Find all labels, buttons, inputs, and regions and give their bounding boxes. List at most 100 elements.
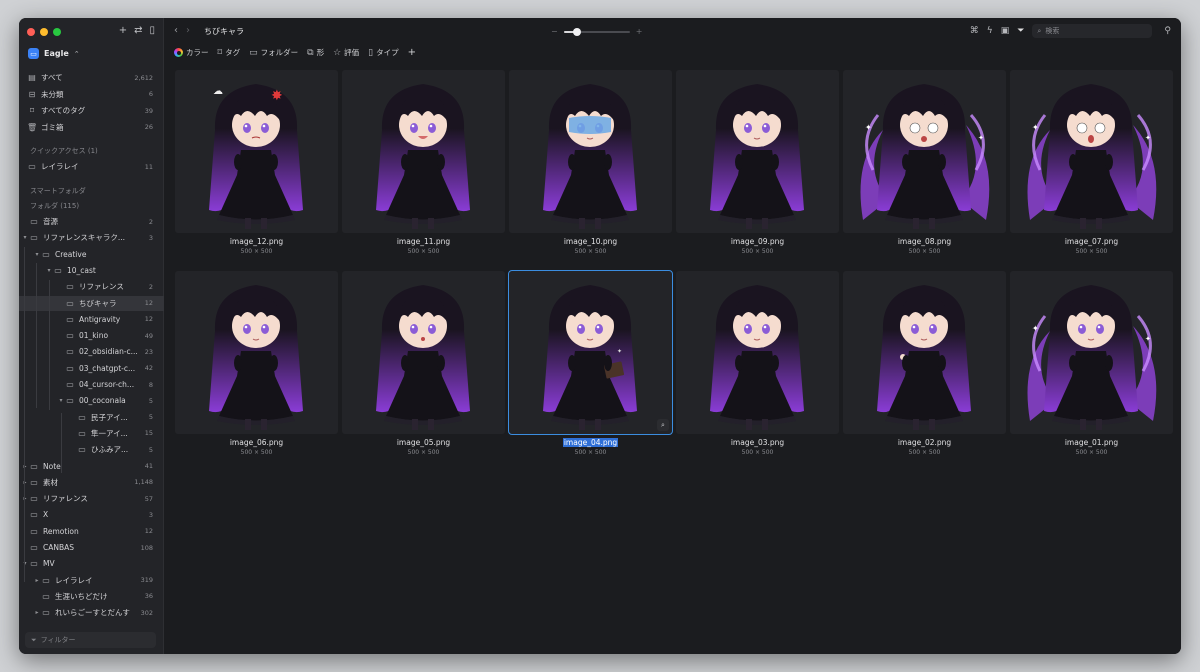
- folder-item[interactable]: ▾▭ MV: [19, 556, 164, 571]
- folder-item[interactable]: ▭ ちびキャラ 12: [19, 295, 164, 311]
- sidebar-item[interactable]: 🗑 ゴミ箱 26: [19, 120, 164, 135]
- filter-chip[interactable]: ▭ フォルダー: [249, 47, 298, 58]
- image-thumbnail[interactable]: ✦ ✦: [1010, 70, 1173, 233]
- disclosure-caret-icon[interactable]: ▾: [33, 251, 41, 258]
- disclosure-caret-icon[interactable]: ▸: [33, 577, 41, 584]
- folder-item[interactable]: ▸▭ 素材 1,148: [19, 475, 164, 490]
- folder-item[interactable]: ▸▭ Note 41: [19, 459, 164, 474]
- folder-item[interactable]: ▸ ▭ レイラレイ 319: [19, 573, 164, 588]
- sync-icon[interactable]: ⇄: [134, 25, 142, 36]
- sidebar-item[interactable]: ▤ すべて 2,612: [19, 70, 164, 85]
- image-filename[interactable]: image_04.png: [509, 438, 672, 447]
- disclosure-caret-icon[interactable]: ▸: [21, 463, 29, 470]
- image-filename[interactable]: image_11.png: [342, 237, 505, 246]
- folders-heading[interactable]: フォルダ (115): [30, 201, 79, 211]
- search-input[interactable]: ⌕ 検索: [1032, 24, 1153, 38]
- image-filename[interactable]: image_10.png: [509, 237, 672, 246]
- filter-icon[interactable]: ⏷: [1017, 26, 1024, 36]
- zoom-window-button[interactable]: [53, 28, 61, 36]
- folder-item[interactable]: ▭ リファレンス 2: [19, 279, 164, 294]
- sidebar-item[interactable]: ⌑ すべてのタグ 39: [19, 103, 164, 118]
- folder-item[interactable]: ▸ ▭ れいらごーすとだんす 302: [19, 605, 164, 620]
- disclosure-caret-icon[interactable]: ▾: [57, 397, 65, 404]
- add-filter-button[interactable]: +: [408, 47, 416, 58]
- bolt-icon[interactable]: ϟ: [987, 26, 993, 36]
- puzzle-icon[interactable]: ⌘: [970, 26, 979, 36]
- filter-chip[interactable]: ⌑ タグ: [218, 47, 241, 58]
- sidebar-filter-input[interactable]: ⏷ フィルター: [25, 632, 156, 648]
- back-icon[interactable]: ‹: [174, 25, 178, 36]
- image-filename[interactable]: image_12.png: [175, 237, 338, 246]
- image-filename[interactable]: image_02.png: [843, 438, 1006, 447]
- image-thumbnail[interactable]: ✦ ✦: [1010, 271, 1173, 434]
- folder-item[interactable]: ▸▭ リファレンス 57: [19, 491, 164, 506]
- image-filename[interactable]: image_01.png: [1010, 438, 1173, 447]
- image-thumbnail[interactable]: [175, 271, 338, 434]
- library-switcher[interactable]: ▭ Eagle ⌃: [28, 48, 80, 59]
- quick-access-item[interactable]: ▭ レイラレイ 11: [19, 159, 164, 174]
- folder-count: 57: [144, 494, 153, 503]
- minimize-window-button[interactable]: [40, 28, 48, 36]
- filter-chip[interactable]: ⧉ 形: [307, 47, 324, 58]
- folder-item[interactable]: ▾ ▭ 00_coconala 5: [19, 393, 164, 408]
- tag-icon: ⌑: [29, 106, 35, 115]
- folder-item[interactable]: ▭ Remotion 12: [19, 524, 164, 539]
- folder-item[interactable]: ▭ 01_kino 49: [19, 328, 164, 343]
- disclosure-caret-icon[interactable]: ▸: [21, 479, 29, 486]
- folder-item[interactable]: ▭ 02_obsidian-c... 23: [19, 344, 164, 359]
- disclosure-caret-icon[interactable]: ▸: [21, 495, 29, 502]
- filter-chip-label: カラー: [186, 48, 209, 57]
- disclosure-caret-icon[interactable]: ▾: [21, 560, 29, 567]
- image-thumbnail[interactable]: [342, 70, 505, 233]
- image-filename[interactable]: image_03.png: [676, 438, 839, 447]
- image-thumbnail[interactable]: ✦ ⌕: [508, 270, 673, 435]
- zoom-preview-icon[interactable]: ⌕: [657, 419, 669, 431]
- image-filename[interactable]: image_05.png: [342, 438, 505, 447]
- folder-item[interactable]: ▭ 03_chatgpt-c... 42: [19, 361, 164, 376]
- folder-item[interactable]: ▭ 隼一アイ... 15: [19, 426, 164, 441]
- folder-item[interactable]: ▭ 民子アイ... 5: [19, 410, 164, 425]
- sidebar-item[interactable]: ⊟ 未分類 6: [19, 87, 164, 102]
- image-filename[interactable]: image_06.png: [175, 438, 338, 447]
- image-thumbnail[interactable]: [342, 271, 505, 434]
- image-filename[interactable]: image_08.png: [843, 237, 1006, 246]
- image-filename[interactable]: image_09.png: [676, 237, 839, 246]
- folder-item[interactable]: ▭ 生涯いちどだけ 36: [19, 589, 164, 604]
- folder-count: 12: [144, 299, 153, 307]
- filter-chip[interactable]: カラー: [174, 47, 209, 58]
- folder-item[interactable]: ▭ X 3: [19, 507, 164, 522]
- disclosure-caret-icon[interactable]: ▸: [33, 609, 41, 616]
- disclosure-caret-icon[interactable]: ▾: [45, 267, 53, 274]
- zoom-slider-handle[interactable]: [572, 27, 581, 36]
- folder-item[interactable]: ▾ ▭ リファレンスキャラク... 3: [19, 230, 164, 245]
- zoom-out-button[interactable]: −: [551, 27, 558, 36]
- image-thumbnail[interactable]: ✸ ☁: [175, 70, 338, 233]
- image-thumbnail[interactable]: [843, 271, 1006, 434]
- forward-icon[interactable]: ›: [186, 25, 190, 36]
- close-window-button[interactable]: [27, 28, 35, 36]
- folder-item[interactable]: ▭ CANBAS 108: [19, 540, 164, 555]
- folder-item[interactable]: ▭ ひふみア... 5: [19, 442, 164, 457]
- folder-item[interactable]: ▭ 04_cursor-ch... 8: [19, 377, 164, 392]
- folder-item[interactable]: ▭ 音源 2: [19, 214, 164, 229]
- sidebar-toggle-icon[interactable]: ▯: [149, 25, 155, 36]
- disclosure-caret-icon[interactable]: ▾: [21, 234, 29, 241]
- chibi-character-illustration: ✦: [543, 285, 637, 430]
- smart-folders-heading[interactable]: スマートフォルダ: [30, 186, 86, 196]
- zoom-slider[interactable]: [563, 27, 630, 36]
- pin-icon[interactable]: ⚲: [1164, 26, 1171, 36]
- folder-label: 04_cursor-ch...: [79, 380, 135, 389]
- filter-chip[interactable]: ▯ タイプ: [368, 47, 398, 58]
- folder-item[interactable]: ▾ ▭ 10_cast: [19, 263, 164, 278]
- zoom-in-button[interactable]: +: [636, 27, 643, 36]
- image-thumbnail[interactable]: [676, 70, 839, 233]
- filter-chip[interactable]: ☆ 評価: [333, 47, 359, 58]
- image-thumbnail[interactable]: [509, 70, 672, 233]
- image-filename[interactable]: image_07.png: [1010, 237, 1173, 246]
- add-icon[interactable]: +: [119, 25, 127, 36]
- folder-item[interactable]: ▾ ▭ Creative: [19, 247, 164, 262]
- image-thumbnail[interactable]: [676, 271, 839, 434]
- folder-item[interactable]: ▭ Antigravity 12: [19, 312, 164, 327]
- layout-icon[interactable]: ▣: [1001, 26, 1010, 36]
- image-thumbnail[interactable]: ✦ ✦: [843, 70, 1006, 233]
